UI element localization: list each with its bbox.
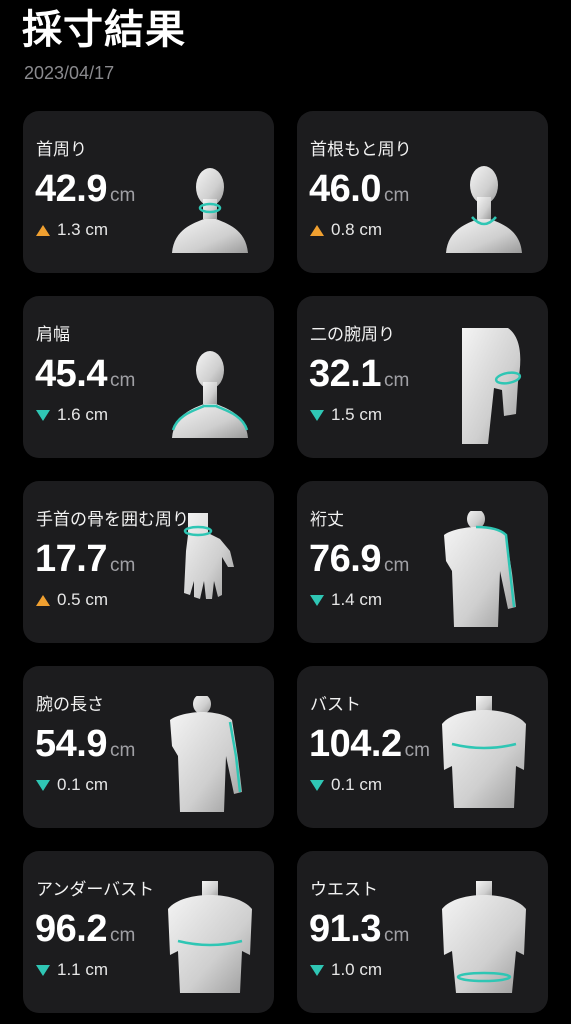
measurement-card-shoulder-width[interactable]: 肩幅 45.4 cm 1.6 cm — [23, 296, 274, 458]
measurement-card-arm-length[interactable]: 腕の長さ 54.9 cm 0.1 cm — [23, 666, 274, 828]
measurement-label: アンダーバスト — [36, 880, 155, 900]
value-unit: cm — [109, 740, 136, 761]
measurement-value: 104.2 cm — [309, 723, 430, 766]
measurement-value: 76.9 cm — [309, 538, 409, 581]
value-number: 46.0 — [309, 168, 381, 210]
page-title: 採寸結果 — [22, 7, 186, 53]
measurement-card-bust[interactable]: バスト 104.2 cm 0.1 cm — [297, 666, 548, 828]
change-text: 0.1 cm — [57, 775, 109, 794]
measurement-card-underbust[interactable]: アンダーバスト 96.2 cm 1.1 cm — [23, 851, 274, 1013]
increase-triangle-icon — [36, 594, 50, 606]
decrease-triangle-icon — [310, 779, 324, 791]
measurement-grid: 首周り 42.9cm 1.3 cm 首根もと周り 46.0cm 0.8 cm — [23, 111, 548, 1013]
change-text: 1.5 cm — [331, 405, 383, 424]
measurement-value: 17.7 cm — [35, 538, 135, 581]
neck-figure-icon — [164, 141, 256, 259]
measurement-value: 42.9 cm — [35, 168, 135, 211]
change-text: 0.8 cm — [331, 220, 383, 239]
decrease-triangle-icon — [310, 409, 324, 421]
value-unit: cm — [109, 370, 136, 391]
measurement-value: 54.9 cm — [35, 723, 135, 766]
measurement-value: 45.4 cm — [35, 353, 135, 396]
measurement-change: 1.6 cm — [36, 405, 108, 425]
change-text: 0.1 cm — [331, 775, 383, 794]
arm-length-figure-icon — [164, 696, 256, 814]
decrease-triangle-icon — [36, 964, 50, 976]
measurement-label: ウエスト — [310, 880, 378, 900]
change-text: 1.4 cm — [331, 590, 383, 609]
measurement-change: 0.8 cm — [310, 220, 382, 240]
change-text: 1.6 cm — [57, 405, 109, 424]
measurement-value: 96.2 cm — [35, 908, 135, 951]
wrist-figure-icon — [164, 511, 256, 629]
change-text: 1.3 cm — [57, 220, 109, 239]
change-text: 0.5 cm — [57, 590, 109, 609]
value-number: 42.9 — [35, 168, 107, 210]
measurement-change: 0.1 cm — [310, 775, 382, 795]
bust-figure-icon — [438, 696, 530, 814]
measurement-change: 1.1 cm — [36, 960, 108, 980]
measurement-card-sleeve-length[interactable]: 裄丈 76.9 cm 1.4 cm — [297, 481, 548, 643]
decrease-triangle-icon — [310, 594, 324, 606]
neck-base-figure-icon — [438, 141, 530, 259]
measurement-change: 1.5 cm — [310, 405, 382, 425]
measurement-change: 0.5 cm — [36, 590, 108, 610]
measurement-label: 肩幅 — [36, 325, 70, 345]
decrease-triangle-icon — [36, 779, 50, 791]
value-unit: cm — [109, 925, 136, 946]
measurement-card-neck-base[interactable]: 首根もと周り 46.0 cm 0.8 cm — [297, 111, 548, 273]
measurement-date: 2023/04/17 — [24, 63, 115, 83]
value-number: 32.1 — [309, 353, 381, 395]
value-unit: cm — [383, 925, 410, 946]
measurement-card-upper-arm[interactable]: 二の腕周り 32.1 cm 1.5 cm — [297, 296, 548, 458]
value-unit: cm — [404, 740, 430, 761]
value-unit: cm — [383, 555, 410, 576]
value-unit: cm — [109, 555, 136, 576]
measurement-label: バスト — [310, 695, 361, 715]
underbust-figure-icon — [164, 881, 256, 999]
value-number: 45.4 — [35, 353, 107, 395]
value-unit: cm — [383, 185, 410, 206]
measurement-label: 裄丈 — [310, 510, 344, 530]
value-number: 76.9 — [309, 538, 381, 580]
waist-figure-icon — [438, 881, 530, 999]
measurement-change: 1.4 cm — [310, 590, 382, 610]
measurement-change: 0.1 cm — [36, 775, 108, 795]
measurement-card-waist[interactable]: ウエスト 91.3 cm 1.0 cm — [297, 851, 548, 1013]
measurement-label: 腕の長さ — [36, 695, 104, 715]
value-number: 104.2 — [309, 723, 402, 765]
measurement-label: 首根もと周り — [310, 140, 412, 160]
value-unit: cm — [109, 185, 136, 206]
value-number: 91.3 — [309, 908, 381, 950]
increase-triangle-icon — [310, 224, 324, 236]
measurement-change: 1.3 cm — [36, 220, 108, 240]
measurement-value: 46.0 cm — [309, 168, 409, 211]
measurement-card-wrist[interactable]: 手首の骨を囲む周り 17.7 cm 0.5 cm — [23, 481, 274, 643]
value-number: 96.2 — [35, 908, 107, 950]
change-text: 1.1 cm — [57, 960, 109, 979]
measurement-change: 1.0 cm — [310, 960, 382, 980]
measurement-label: 首周り — [36, 140, 87, 160]
upper-arm-figure-icon — [438, 326, 530, 444]
decrease-triangle-icon — [36, 409, 50, 421]
value-number: 54.9 — [35, 723, 107, 765]
increase-triangle-icon — [36, 224, 50, 236]
measurement-value: 32.1 cm — [309, 353, 409, 396]
measurement-value: 91.3 cm — [309, 908, 409, 951]
change-text: 1.0 cm — [331, 960, 383, 979]
value-unit: cm — [383, 370, 410, 391]
shoulder-width-figure-icon — [164, 326, 256, 444]
value-number: 17.7 — [35, 538, 107, 580]
measurement-label: 二の腕周り — [310, 325, 395, 345]
measurement-card-neck[interactable]: 首周り 42.9 cm 1.3 cm — [23, 111, 274, 273]
decrease-triangle-icon — [310, 964, 324, 976]
sleeve-length-figure-icon — [438, 511, 530, 629]
